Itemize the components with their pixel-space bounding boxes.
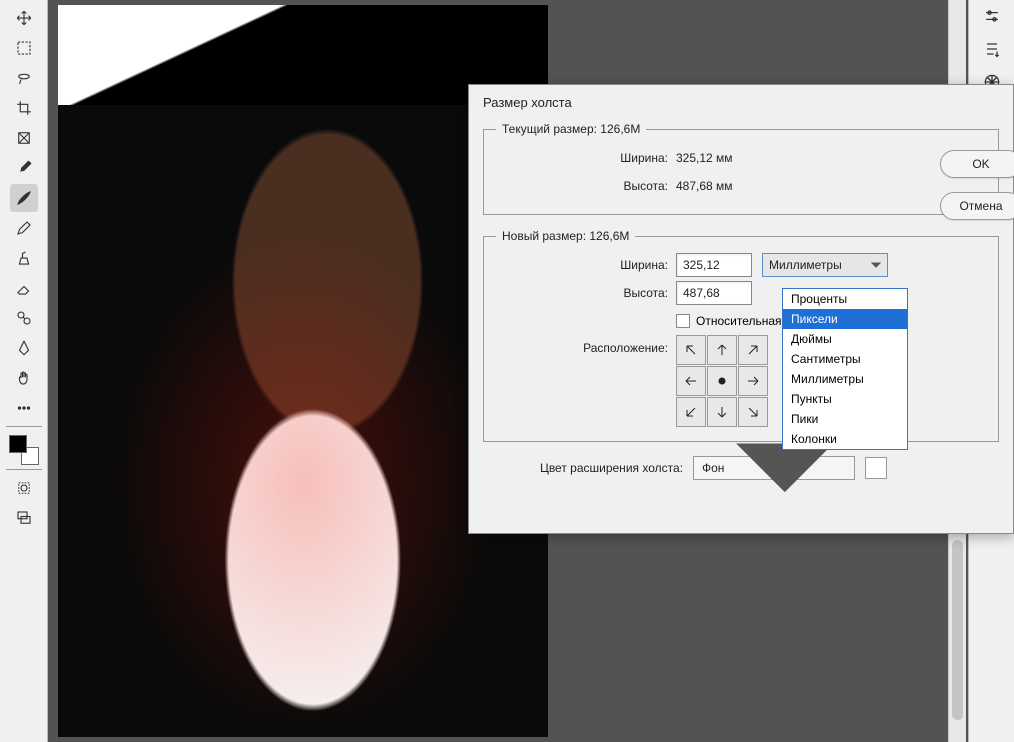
quickmask-tool[interactable] [10, 474, 38, 502]
unit-select[interactable]: Миллиметры [762, 253, 888, 277]
current-height-label: Высота: [496, 179, 676, 193]
anchor-w[interactable] [676, 366, 706, 396]
tools-toolbar [0, 0, 48, 742]
extension-color-select[interactable]: Фон [693, 456, 855, 480]
current-width-label: Ширина: [496, 151, 676, 165]
anchor-s[interactable] [707, 397, 737, 427]
anchor-nw[interactable] [676, 335, 706, 365]
relative-label: Относительная [696, 314, 782, 328]
unit-option-pixels[interactable]: Пиксели [783, 309, 907, 329]
adjustments-icon[interactable] [982, 6, 1002, 29]
unit-selected: Миллиметры [769, 258, 842, 272]
more-tool[interactable] [10, 394, 38, 422]
chevron-down-icon [871, 260, 881, 270]
current-size-group: Текущий размер: 126,6M Ширина: 325,12 мм… [483, 122, 999, 215]
anchor-grid [676, 335, 768, 427]
anchor-se[interactable] [738, 397, 768, 427]
hand-tool[interactable] [10, 364, 38, 392]
unit-option-picas[interactable]: Пики [783, 409, 907, 429]
anchor-n[interactable] [707, 335, 737, 365]
toolbar-separator [6, 426, 42, 427]
unit-option-inches[interactable]: Дюймы [783, 329, 907, 349]
move-tool[interactable] [10, 4, 38, 32]
anchor-e[interactable] [738, 366, 768, 396]
paragraph-icon[interactable] [982, 39, 1002, 62]
new-size-legend: Новый размер: 126,6M [496, 229, 635, 243]
unit-option-points[interactable]: Пункты [783, 389, 907, 409]
foreground-color[interactable] [9, 435, 27, 453]
pen-tool[interactable] [10, 334, 38, 362]
extension-color-swatch[interactable] [865, 457, 887, 479]
color-swatches[interactable] [9, 435, 39, 465]
unit-option-cm[interactable]: Сантиметры [783, 349, 907, 369]
anchor-label: Расположение: [496, 335, 676, 355]
anchor-ne[interactable] [738, 335, 768, 365]
lasso-tool[interactable] [10, 64, 38, 92]
extension-color-label: Цвет расширения холста: [513, 461, 693, 475]
anchor-sw[interactable] [676, 397, 706, 427]
height-input[interactable] [676, 281, 752, 305]
new-height-label: Высота: [496, 286, 676, 300]
anchor-center[interactable] [707, 366, 737, 396]
unit-option-mm[interactable]: Миллиметры [783, 369, 907, 389]
toolbar-separator [6, 469, 42, 470]
screenmode-tool[interactable] [10, 504, 38, 532]
current-size-legend: Текущий размер: 126,6M [496, 122, 646, 136]
new-width-label: Ширина: [496, 258, 676, 272]
dialog-title: Размер холста [469, 85, 1013, 120]
extension-color-value: Фон [702, 461, 724, 475]
current-width-value: 325,12 мм [676, 151, 733, 165]
brush-tool[interactable] [10, 184, 38, 212]
width-input[interactable] [676, 253, 752, 277]
ok-button[interactable]: OK [940, 150, 1014, 178]
eyedropper-tool[interactable] [10, 154, 38, 182]
unit-dropdown-list: Проценты Пиксели Дюймы Сантиметры Миллим… [782, 288, 908, 450]
unit-option-percent[interactable]: Проценты [783, 289, 907, 309]
scroll-thumb[interactable] [952, 540, 963, 720]
cancel-button[interactable]: Отмена [940, 192, 1014, 220]
eraser-tool[interactable] [10, 274, 38, 302]
unit-option-columns[interactable]: Колонки [783, 429, 907, 449]
crop-tool[interactable] [10, 94, 38, 122]
current-height-value: 487,68 мм [676, 179, 733, 193]
canvas-size-dialog: Размер холста Текущий размер: 126,6M Шир… [468, 84, 1014, 534]
new-size-group: Новый размер: 126,6M Ширина: Миллиметры … [483, 229, 999, 442]
relative-checkbox[interactable] [676, 314, 690, 328]
clone-tool[interactable] [10, 244, 38, 272]
pencil-tool[interactable] [10, 214, 38, 242]
frame-tool[interactable] [10, 124, 38, 152]
gradient-tool[interactable] [10, 304, 38, 332]
marquee-tool[interactable] [10, 34, 38, 62]
